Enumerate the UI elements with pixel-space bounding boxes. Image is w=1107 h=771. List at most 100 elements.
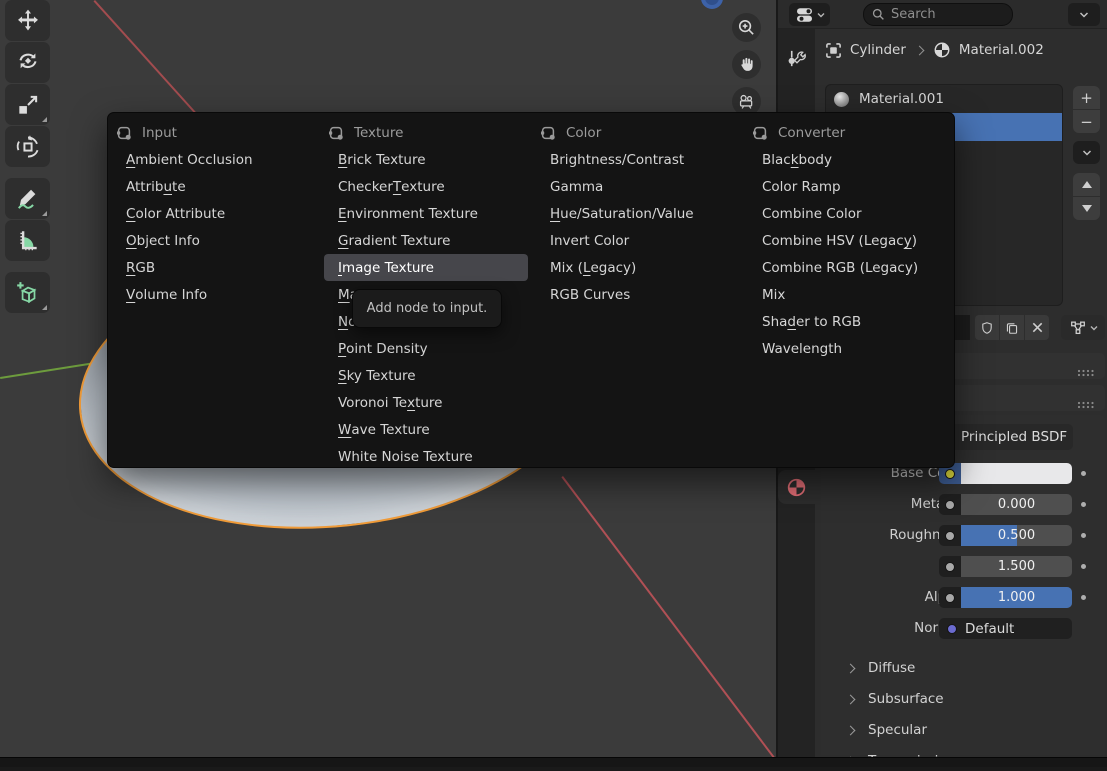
socket-button[interactable] xyxy=(939,525,961,546)
menu-item-rgb-curves[interactable]: RGB Curves xyxy=(536,281,740,308)
menu-item-voronoi-texture[interactable]: Voronoi Texture xyxy=(324,389,528,416)
menu-item-mix-legacy-[interactable]: Mix (Legacy) xyxy=(536,254,740,281)
material-slot-label: Material.001 xyxy=(859,91,944,107)
base-color-swatch[interactable] xyxy=(961,463,1072,484)
move-slot-up-button[interactable] xyxy=(1073,173,1100,196)
scale-tool-button[interactable] xyxy=(5,84,50,125)
menu-item-ambient-occlusion[interactable]: Ambient Occlusion xyxy=(112,146,316,173)
menu-item-checker-texture[interactable]: Checker Texture xyxy=(324,173,528,200)
subpanel-subsurface[interactable]: Subsurface xyxy=(821,689,1105,709)
property-row-roughness: Roughness0.500 xyxy=(821,525,1105,546)
menu-item-rgb[interactable]: RGB xyxy=(112,254,316,281)
socket-icon xyxy=(945,469,955,479)
menu-item-mix[interactable]: Mix xyxy=(748,281,952,308)
menu-item-wavelength[interactable]: Wavelength xyxy=(748,335,952,362)
subpanel-specular[interactable]: Specular xyxy=(821,720,1105,740)
pan-hand-icon[interactable] xyxy=(732,50,761,79)
search-input[interactable] xyxy=(891,7,991,22)
menu-item-combine-hsv-legacy-[interactable]: Combine HSV (Legacy) xyxy=(748,227,952,254)
menu-item-white-noise-texture[interactable]: White Noise Texture xyxy=(324,443,528,470)
add-cube-tool-button[interactable] xyxy=(5,272,50,313)
copy-material-button[interactable] xyxy=(1000,315,1024,340)
rotate-tool-icon xyxy=(15,50,41,76)
menu-category-header: Color xyxy=(532,120,744,146)
menu-item-gradient-texture[interactable]: Gradient Texture xyxy=(324,227,528,254)
annotate-tool-icon xyxy=(15,186,41,212)
search-icon xyxy=(872,8,885,21)
breadcrumb-object[interactable]: Cylinder xyxy=(850,42,906,58)
object-icon xyxy=(825,42,842,59)
animate-decorator-icon[interactable] xyxy=(1081,502,1086,507)
orbit-gizmo-icon[interactable] xyxy=(701,0,723,9)
menu-item-object-info[interactable]: Object Info xyxy=(112,227,316,254)
slot-specials-button[interactable] xyxy=(1073,141,1100,164)
search-box[interactable] xyxy=(863,3,1013,26)
add-slot-button[interactable]: + xyxy=(1073,86,1100,109)
annotate-tool-button[interactable] xyxy=(5,178,50,219)
socket-icon xyxy=(945,531,955,541)
rotate-tool-button[interactable] xyxy=(5,42,50,83)
move-slot-down-button[interactable] xyxy=(1073,197,1100,220)
menu-item-combine-color[interactable]: Combine Color xyxy=(748,200,952,227)
menu-item-point-density[interactable]: Point Density xyxy=(324,335,528,362)
subpanel-diffuse[interactable]: Diffuse xyxy=(821,658,1105,678)
socket-button[interactable] xyxy=(939,556,961,577)
menu-item-gamma[interactable]: Gamma xyxy=(536,173,740,200)
menu-item-invert-color[interactable]: Invert Color xyxy=(536,227,740,254)
surface-shader-dropdown[interactable]: Principled BSDF xyxy=(947,424,1073,450)
animate-decorator-icon[interactable] xyxy=(1081,533,1086,538)
animate-decorator-icon[interactable] xyxy=(1081,564,1086,569)
panel-drag-grip[interactable] xyxy=(1077,394,1095,413)
breadcrumb-material[interactable]: Material.002 xyxy=(959,42,1044,58)
menu-item-color-ramp[interactable]: Color Ramp xyxy=(748,173,952,200)
fake-user-shield-button[interactable] xyxy=(975,315,999,340)
chevron-right-icon xyxy=(846,725,856,735)
menu-item-image-texture[interactable]: Image Texture xyxy=(324,254,528,281)
editor-type-dropdown[interactable] xyxy=(789,3,830,26)
property-row-normal: NormalDefault xyxy=(821,618,1105,639)
ior-slider[interactable]: 1.500 xyxy=(961,556,1072,577)
remove-slot-button[interactable]: − xyxy=(1073,110,1100,133)
tab-tool[interactable] xyxy=(778,41,815,75)
status-bar xyxy=(0,757,1107,767)
menu-item-sky-texture[interactable]: Sky Texture xyxy=(324,362,528,389)
menu-item-blackbody[interactable]: Blackbody xyxy=(748,146,952,173)
node-icon xyxy=(540,125,556,141)
filter-dropdown[interactable] xyxy=(1061,315,1105,340)
material-slot-row[interactable]: Material.001 xyxy=(826,85,1062,113)
menu-item-color-attribute[interactable]: Color Attribute xyxy=(112,200,316,227)
socket-button[interactable] xyxy=(939,587,961,608)
dropdown-value: Default xyxy=(965,621,1014,637)
transform-tool-button[interactable] xyxy=(5,126,50,167)
animate-decorator-icon[interactable] xyxy=(1081,595,1086,600)
subpanel-label: Subsurface xyxy=(868,691,944,707)
panel-drag-grip[interactable] xyxy=(1077,362,1095,381)
transform-tool-icon xyxy=(15,134,41,160)
slider-value: 0.500 xyxy=(961,525,1072,546)
subpanel-label: Specular xyxy=(868,722,927,738)
material-sphere-icon xyxy=(834,92,849,107)
alpha-slider[interactable]: 1.000 xyxy=(961,587,1072,608)
menu-item-brightness-contrast[interactable]: Brightness/Contrast xyxy=(536,146,740,173)
slider-value: 0.000 xyxy=(961,494,1072,515)
normal-dropdown[interactable]: Default xyxy=(939,618,1072,639)
animate-decorator-icon[interactable] xyxy=(1081,471,1086,476)
x-axis-line xyxy=(94,0,197,114)
menu-item-wave-texture[interactable]: Wave Texture xyxy=(324,416,528,443)
move-tool-button[interactable] xyxy=(5,0,50,41)
measure-tool-button[interactable] xyxy=(5,220,50,261)
menu-item-environment-texture[interactable]: Environment Texture xyxy=(324,200,528,227)
menu-item-shader-to-rgb[interactable]: Shader to RGB xyxy=(748,308,952,335)
menu-item-combine-rgb-legacy-[interactable]: Combine RGB (Legacy) xyxy=(748,254,952,281)
socket-button[interactable] xyxy=(939,494,961,515)
menu-item-volume-info[interactable]: Volume Info xyxy=(112,281,316,308)
metallic-slider[interactable]: 0.000 xyxy=(961,494,1072,515)
menu-item-hue-saturation-value[interactable]: Hue/Saturation/Value xyxy=(536,200,740,227)
unlink-material-button[interactable] xyxy=(1025,315,1049,340)
menu-item-attribute[interactable]: Attribute xyxy=(112,173,316,200)
menu-item-brick-texture[interactable]: Brick Texture xyxy=(324,146,528,173)
header-options-button[interactable] xyxy=(1068,3,1100,26)
roughness-slider[interactable]: 0.500 xyxy=(961,525,1072,546)
zoom-icon[interactable] xyxy=(732,13,761,42)
tab-material[interactable] xyxy=(778,470,815,504)
